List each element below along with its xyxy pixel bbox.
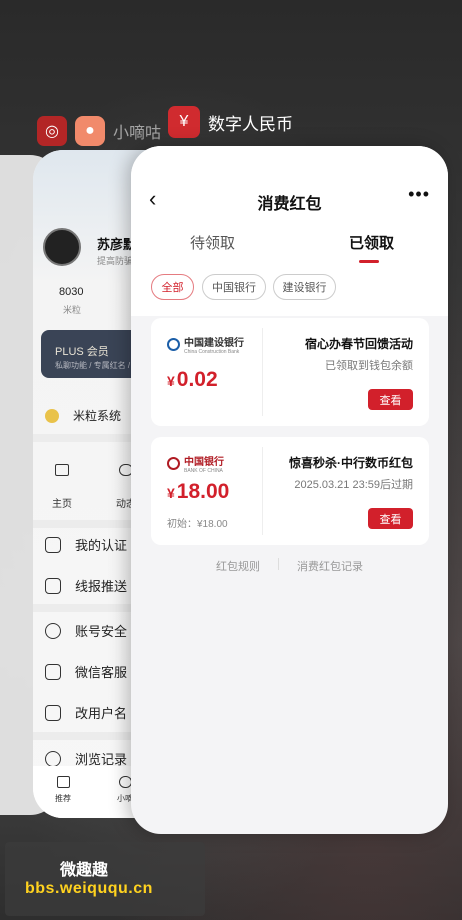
bank-logo: 中国建设银行 China Construction Bank (167, 334, 244, 355)
user-subtitle: 提高防骗 (97, 256, 134, 266)
boc-logo-icon (167, 457, 180, 470)
packet-initial: 初始：¥18.00 (167, 519, 228, 530)
menu-item-push[interactable]: 线报推送 (45, 576, 127, 595)
records-link[interactable]: 消费红包记录 (297, 558, 363, 574)
currency-symbol: ¥ (167, 373, 175, 389)
chip-all[interactable]: 全部 (151, 274, 194, 300)
watermark-url: bbs.weiququ.cn (25, 880, 153, 897)
bank-app-icon: ◎ (37, 116, 67, 146)
front-app-header[interactable]: ¥ 数字人民币 (168, 106, 293, 138)
front-app-name: 数字人民币 (208, 114, 293, 134)
shield-icon (45, 622, 61, 639)
user-check-icon (45, 536, 61, 553)
ecny-app-icon: ¥ (168, 106, 200, 138)
amount-value: 0.02 (176, 368, 218, 391)
view-button[interactable]: 查看 (368, 508, 413, 529)
watermark-title: 微趣趣 (60, 862, 109, 879)
recommend-icon (57, 776, 70, 788)
view-button[interactable]: 查看 (368, 389, 413, 410)
menu-label: 改用户名 (75, 706, 128, 721)
packet-status: 已领取到钱包余额 (325, 360, 413, 372)
bank-name-en: China Construction Bank (184, 349, 240, 355)
home-icon (55, 464, 69, 476)
menu-item-wechat-service[interactable]: 微信客服 (45, 662, 127, 681)
ccb-logo-icon (167, 338, 180, 351)
bottom-nav-recommend[interactable]: 推荐 (55, 793, 71, 804)
rice-system-label: 米粒系统 (73, 409, 122, 423)
chip-ccb[interactable]: 建设银行 (273, 274, 336, 300)
back-app-header[interactable]: ◎ ● 小嘀咕 (37, 116, 161, 146)
amount-value: 18.00 (176, 480, 230, 503)
stat-label: 米粒 (63, 305, 82, 315)
bank-name: 中国银行 (184, 457, 224, 468)
rice-icon (45, 408, 59, 423)
watermark: 微趣趣 bbs.weiququ.cn (5, 842, 205, 916)
bank-name: 中国建设银行 (184, 338, 244, 349)
menu-label: 账号安全 (75, 624, 128, 639)
bank-logo: 中国银行 BANK OF CHINA (167, 453, 224, 474)
stat-value: 8030 (59, 286, 84, 298)
packet-title: 宿心办春节回馈活动 (304, 337, 413, 351)
plus-title: PLUS 会员 (55, 346, 109, 358)
divider (262, 447, 263, 535)
red-packet-card[interactable]: 中国建设银行 China Construction Bank ¥0.02 宿心办… (151, 318, 429, 426)
tab-received[interactable]: 已领取 (349, 232, 394, 253)
chip-boc[interactable]: 中国银行 (202, 274, 266, 300)
packet-amount: ¥0.02 (167, 368, 218, 392)
bank-name-en: BANK OF CHINA (184, 468, 223, 474)
clock-icon (45, 750, 61, 767)
app-card-ecny[interactable]: ‹ 消费红包 ••• 待领取 已领取 全部 中国银行 建设银行 中国建设银行 C… (131, 146, 448, 834)
avatar[interactable] (43, 228, 81, 266)
packet-amount: ¥18.00 (167, 480, 229, 504)
rice-system-row[interactable]: 米粒系统 (45, 407, 121, 424)
menu-item-rename[interactable]: 改用户名 (45, 703, 127, 722)
edit-icon (45, 704, 61, 721)
footer-links: 红包规则 消费红包记录 (131, 558, 448, 574)
menu-label: 线报推送 (75, 579, 128, 594)
page-title: 消费红包 (257, 196, 322, 213)
menu-label: 我的认证 (75, 538, 128, 553)
xiaodigu-app-icon: ● (75, 116, 105, 146)
tab-pending[interactable]: 待领取 (190, 232, 235, 253)
packet-title: 惊喜秒杀·中行数币红包 (289, 456, 413, 470)
plus-subtitle: 私聊功能 / 专属红名 / (55, 361, 131, 370)
currency-symbol: ¥ (167, 485, 175, 501)
tab-indicator (359, 260, 379, 263)
menu-item-verification[interactable]: 我的认证 (45, 535, 127, 554)
nav-home[interactable]: 主页 (52, 495, 72, 510)
divider (278, 558, 279, 570)
menu-item-security[interactable]: 账号安全 (45, 621, 127, 640)
menu-label: 微信客服 (75, 665, 128, 680)
packet-expiry: 2025.03.21 23:59后过期 (294, 479, 413, 491)
rules-link[interactable]: 红包规则 (216, 558, 260, 574)
divider (262, 328, 263, 416)
more-icon[interactable]: ••• (408, 184, 430, 205)
red-packet-card[interactable]: 中国银行 BANK OF CHINA ¥18.00 初始：¥18.00 惊喜秒杀… (151, 437, 429, 545)
headset-icon (45, 663, 61, 680)
back-app-name: 小嘀咕 (113, 125, 162, 142)
inbox-icon (45, 577, 61, 594)
